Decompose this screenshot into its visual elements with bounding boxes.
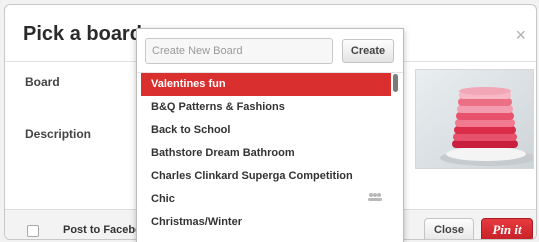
create-board-input[interactable] xyxy=(145,38,333,64)
close-icon[interactable]: × xyxy=(515,25,526,46)
board-item-label: Valentines fun xyxy=(151,78,226,90)
post-to-facebook-label: Post to Facebo xyxy=(63,224,142,236)
board-item[interactable]: Bathstore Dream Bathroom xyxy=(141,142,391,165)
pin-image-thumbnail xyxy=(415,69,534,169)
board-item-label: Back to School xyxy=(151,124,231,136)
group-icon xyxy=(367,188,383,211)
board-dropdown: Create Valentines fun B&Q Patterns & Fas… xyxy=(136,28,404,242)
board-item[interactable]: B&Q Patterns & Fashions xyxy=(141,96,391,119)
board-item[interactable]: Charles Clinkard Superga Competition xyxy=(141,165,391,188)
board-item-label: Charles Clinkard Superga Competition xyxy=(151,170,353,182)
description-label: Description xyxy=(25,127,92,141)
board-item[interactable]: Valentines fun xyxy=(141,73,391,96)
scrollbar-thumb[interactable] xyxy=(393,74,398,92)
scrollbar-track[interactable] xyxy=(392,73,401,242)
board-item-label: Christmas/Winter xyxy=(151,216,242,228)
board-label: Board xyxy=(25,75,60,89)
pin-it-button[interactable]: Pin it xyxy=(481,218,533,239)
macaron-stack-image xyxy=(416,70,533,168)
close-button[interactable]: Close xyxy=(424,218,474,239)
board-list: Valentines fun B&Q Patterns & Fashions B… xyxy=(141,73,391,234)
board-item-label: Bathstore Dream Bathroom xyxy=(151,147,295,159)
board-item[interactable]: Back to School xyxy=(141,119,391,142)
board-item-label: Chic xyxy=(151,193,175,205)
post-to-facebook-checkbox[interactable] xyxy=(27,225,39,237)
board-item[interactable]: Christmas/Winter xyxy=(141,211,391,234)
board-item[interactable]: Chic xyxy=(141,188,391,211)
board-item-label: B&Q Patterns & Fashions xyxy=(151,101,285,113)
create-board-button[interactable]: Create xyxy=(342,39,394,63)
dialog-title: Pick a board xyxy=(23,23,142,45)
